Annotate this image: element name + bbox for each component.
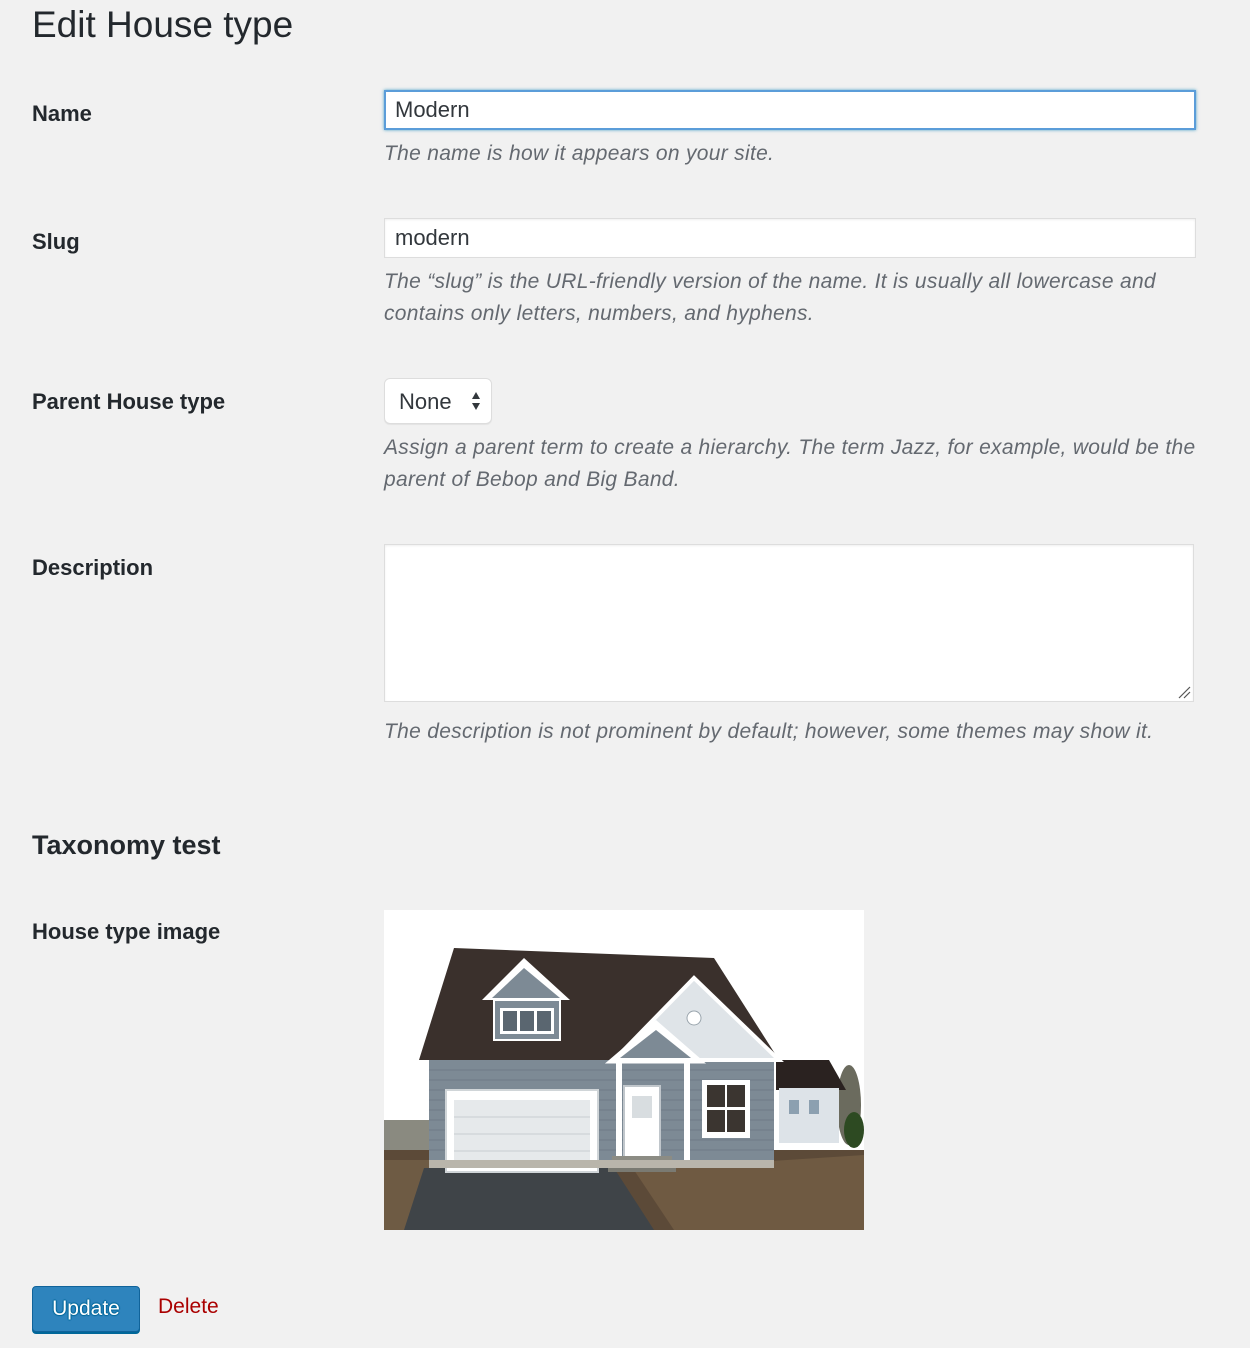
description-label: Description	[32, 555, 154, 580]
parent-label: Parent House type	[32, 389, 226, 414]
house-photo	[384, 910, 864, 1230]
update-button[interactable]: Update	[32, 1286, 140, 1332]
parent-select-value: None	[399, 389, 452, 414]
select-arrows-icon	[472, 392, 480, 410]
parent-help-text: Assign a parent term to create a hierarc…	[384, 436, 1196, 491]
description-textarea[interactable]	[384, 544, 1194, 702]
slug-help-text: The “slug” is the URL-friendly version o…	[384, 270, 1156, 325]
name-input[interactable]	[384, 90, 1196, 130]
edit-term-page: Edit House type Name The name is how it …	[0, 0, 1250, 1348]
name-help-text: The name is how it appears on your site.	[384, 142, 775, 165]
description-help-text: The description is not prominent by defa…	[384, 720, 1154, 743]
house-type-image-label: House type image	[32, 919, 221, 944]
taxonomy-section-heading: Taxonomy test	[32, 830, 221, 860]
name-label: Name	[32, 101, 92, 126]
slug-input[interactable]	[384, 218, 1196, 258]
slug-label: Slug	[32, 229, 80, 254]
delete-link[interactable]: Delete	[158, 1294, 219, 1320]
page-title: Edit House type	[32, 4, 294, 45]
parent-select[interactable]: None	[384, 378, 492, 424]
resize-grip-icon[interactable]	[1177, 685, 1191, 699]
